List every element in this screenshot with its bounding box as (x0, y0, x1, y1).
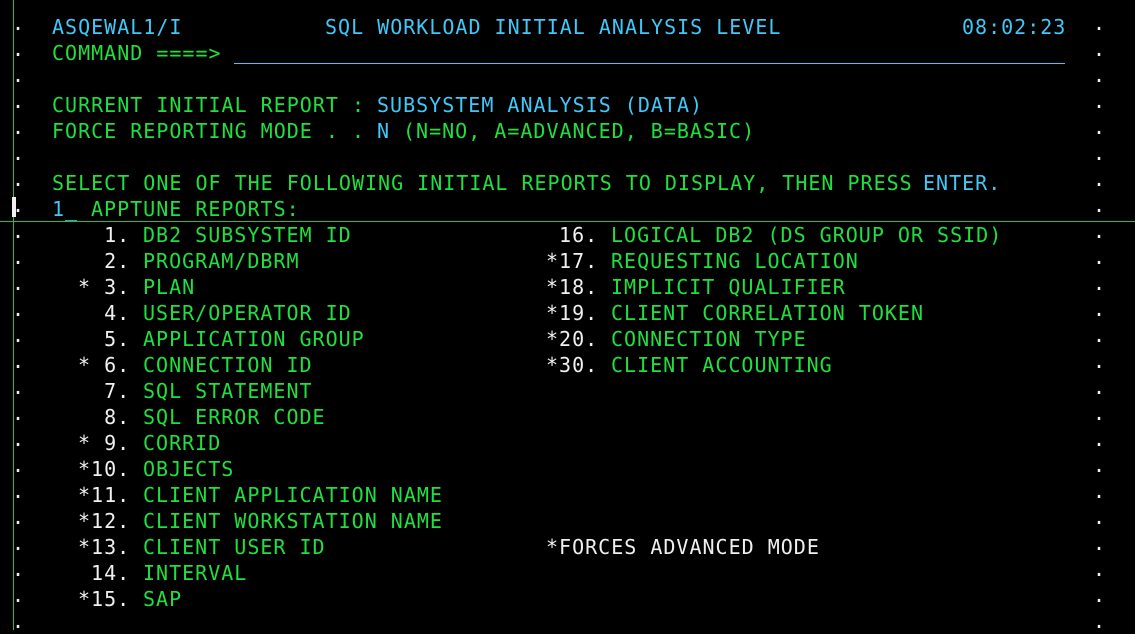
margin-dot: . (1093, 297, 1107, 321)
margin-dot: . (1093, 11, 1107, 35)
option-label[interactable]: CORRID (143, 430, 221, 456)
option-number: 2. (78, 249, 131, 273)
instruction-text: SELECT ONE OF THE FOLLOWING INITIAL REPO… (52, 171, 913, 195)
option-label[interactable]: CLIENT WORKSTATION NAME (143, 508, 443, 534)
command-label: COMMAND ====> (52, 41, 222, 65)
option-label[interactable]: CLIENT ACCOUNTING (611, 352, 833, 378)
option-number: * 3. (78, 275, 131, 299)
margin-dot: . (1093, 427, 1107, 451)
option-label[interactable]: LOGICAL DB2 (DS GROUP OR SSID) (611, 222, 1002, 248)
option-label[interactable]: PLAN (143, 274, 195, 300)
option-number: 16. (546, 223, 599, 247)
header-row: ASQEWAL1/I SQL WORKLOAD INITIAL ANALYSIS… (0, 14, 1065, 40)
option-number: 7. (78, 379, 131, 403)
option-number: *10. (78, 457, 131, 481)
force-mode-input[interactable]: N (377, 118, 390, 144)
margin-dot: . (1093, 141, 1107, 165)
margin-dot: . (1093, 115, 1107, 139)
option-number: 1. (78, 223, 131, 247)
force-mode-options: (N=NO, A=ADVANCED, B=BASIC) (403, 119, 756, 143)
enter-key-label: ENTER. (923, 171, 1002, 195)
margin-dot: . (1093, 453, 1107, 477)
margin-dot: . (1093, 375, 1107, 399)
force-mode-label: FORCE REPORTING MODE . . (52, 119, 365, 143)
margin-dot: . (1093, 531, 1107, 555)
option-label[interactable]: CONNECTION TYPE (611, 326, 807, 352)
option-label[interactable]: CLIENT APPLICATION NAME (143, 482, 443, 508)
option-label[interactable]: IMPLICIT QUALIFIER (611, 274, 846, 300)
margin-dot: . (1093, 245, 1107, 269)
terminal-screen: ........................ ...............… (0, 0, 1135, 633)
margin-dot: . (1093, 349, 1107, 373)
margin-dot: . (1093, 193, 1107, 217)
margin-dot: . (1093, 505, 1107, 529)
current-report-value: SUBSYSTEM ANALYSIS (DATA) (377, 93, 704, 117)
margin-dot: . (1093, 609, 1107, 633)
current-report-label: CURRENT INITIAL REPORT : (52, 93, 365, 117)
option-label[interactable]: SQL ERROR CODE (143, 404, 326, 430)
option-number: *19. (546, 301, 599, 325)
footnote-row: *FORCES ADVANCED MODE (0, 534, 819, 560)
selection-label: APPTUNE REPORTS: (91, 197, 300, 221)
footnote: *FORCES ADVANCED MODE (546, 535, 820, 559)
margin-dot: . (1093, 401, 1107, 425)
option-label[interactable]: CLIENT USER ID (143, 534, 326, 560)
option-number: 8. (78, 405, 131, 429)
option-number: *12. (78, 509, 131, 533)
margin-dot: . (1093, 583, 1107, 607)
command-row: COMMAND ====> (0, 40, 221, 66)
option-number: 5. (78, 327, 131, 351)
option-label[interactable]: REQUESTING LOCATION (611, 248, 859, 274)
option-number: * 9. (78, 431, 131, 455)
page-title: SQL WORKLOAD INITIAL ANALYSIS LEVEL (325, 15, 782, 39)
option-number: *18. (546, 275, 599, 299)
option-label[interactable]: CONNECTION ID (143, 352, 313, 378)
option-number: *20. (546, 327, 599, 351)
option-number: *15. (78, 587, 131, 611)
option-number: * 6. (78, 353, 131, 377)
command-input-underline[interactable] (234, 63, 1065, 64)
option-label[interactable]: SQL STATEMENT (143, 378, 313, 404)
option-number: 4. (78, 301, 131, 325)
margin-dot: . (1093, 323, 1107, 347)
clock-time: 08:02:23 (962, 15, 1067, 39)
option-label[interactable]: INTERVAL (143, 560, 247, 586)
cursor-crosshair-vertical (13, 0, 14, 630)
option-label[interactable]: USER/OPERATOR ID (143, 300, 352, 326)
margin-dot: . (1093, 167, 1107, 191)
selection-row: 1_ APPTUNE REPORTS: (0, 196, 299, 222)
option-number: *17. (546, 249, 599, 273)
instruction-row: SELECT ONE OF THE FOLLOWING INITIAL REPO… (0, 170, 1000, 196)
option-label[interactable]: CLIENT CORRELATION TOKEN (611, 300, 924, 326)
option-number: 14. (78, 561, 131, 585)
margin-dot: . (1093, 63, 1107, 87)
option-number: *30. (546, 353, 599, 377)
option-label[interactable]: DB2 SUBSYSTEM ID (143, 222, 352, 248)
force-mode-row: FORCE REPORTING MODE . . N (N=NO, A=ADVA… (0, 118, 754, 144)
option-number: *13. (78, 535, 131, 559)
selection-input[interactable]: 1_ (52, 196, 78, 222)
margin-dot: . (1093, 479, 1107, 503)
cursor-crosshair-horizontal (0, 221, 1135, 222)
margin-dot: . (1093, 271, 1107, 295)
option-label[interactable]: PROGRAM/DBRM (143, 248, 300, 274)
option-label[interactable]: OBJECTS (143, 456, 234, 482)
current-report-row: CURRENT INITIAL REPORT : SUBSYSTEM ANALY… (0, 92, 702, 118)
text-cursor (12, 197, 16, 217)
option-number: *11. (78, 483, 131, 507)
margin-dot: . (1093, 89, 1107, 113)
option-label[interactable]: SAP (143, 586, 182, 612)
option-label[interactable]: APPLICATION GROUP (143, 326, 365, 352)
margin-dot: . (1093, 557, 1107, 581)
panel-id: ASQEWAL1/I (52, 15, 183, 39)
margin-dot: . (1093, 37, 1107, 61)
